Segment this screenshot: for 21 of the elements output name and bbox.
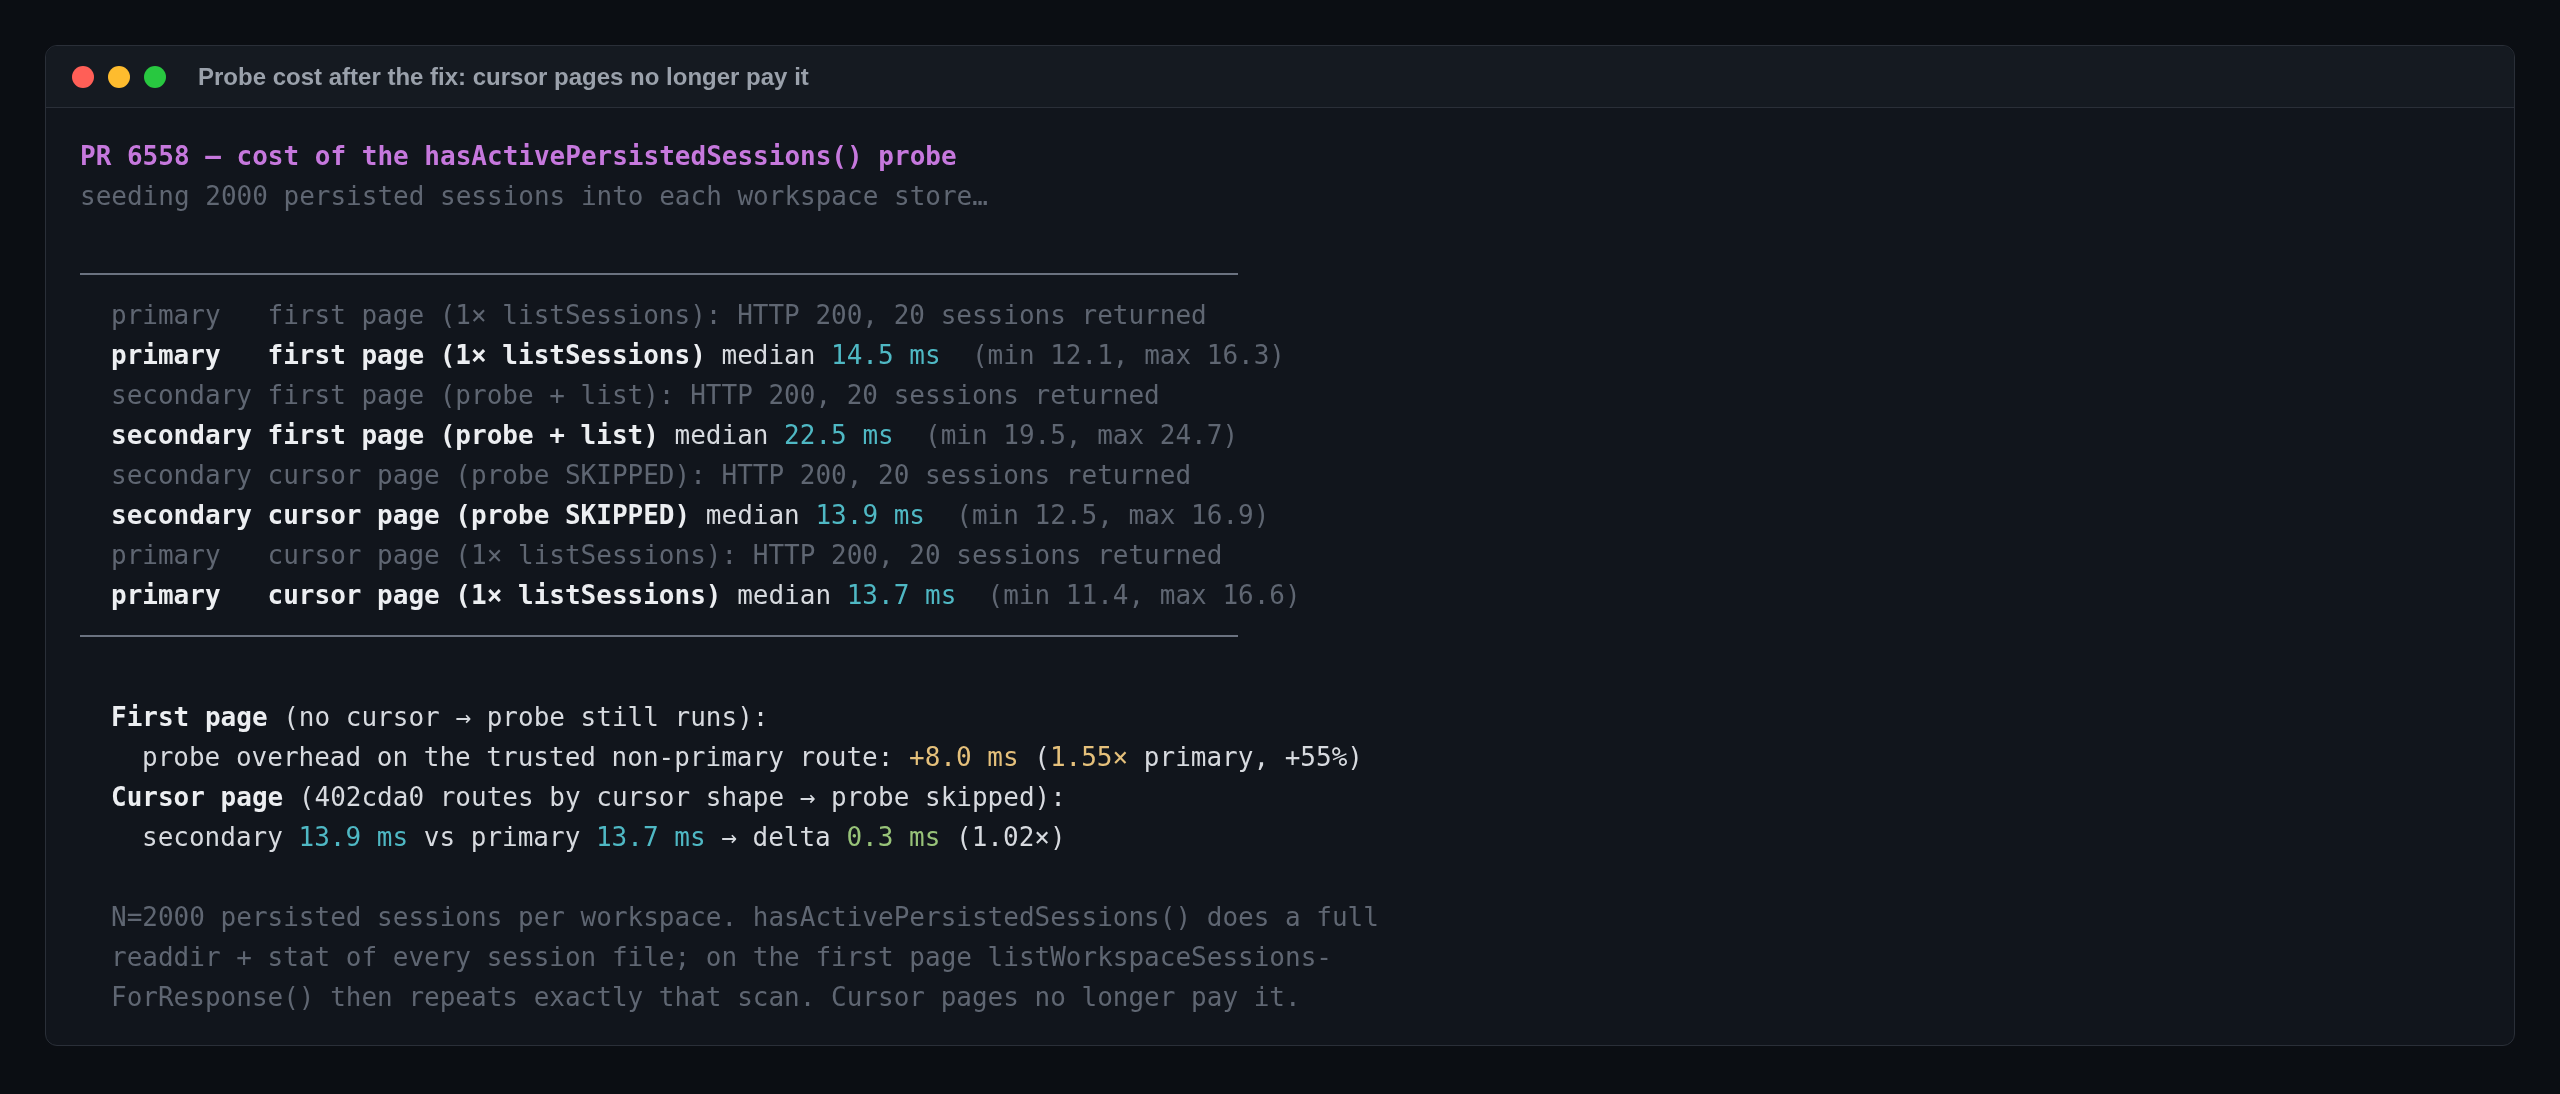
minimize-button[interactable] [108,65,130,88]
close-button[interactable] [72,65,94,88]
terminal-line: seeding 2000 persisted sessions into each workspace store… [80,180,988,213]
terminal-line: ForResponse() then repeats exactly that scan. Cursor pages no longer pay it. [111,981,1301,1014]
terminal-line: readdir + stat of every session file; on the first page listWorkspaceSessions- [111,941,1332,974]
terminal-line: primary cursor page (1× listSessions) median 13.7 ms (min 11.4, max 16.6) [111,579,1301,612]
terminal-line: probe overhead on the trusted non-primary route: +8.0 ms (1.55× primary, +55%) [141,741,1363,774]
terminal-line: primary cursor page (1× listSessions): HTTP 200, 20 sessions returned [111,539,1223,572]
terminal-line: secondary cursor page (probe SKIPPED) median 13.9 ms (min 12.5, max 16.9) [111,499,1270,532]
terminal-line: primary first page (1× listSessions) median 14.5 ms (min 12.1, max 16.3) [111,339,1285,372]
window-title: Probe cost after the fix: cursor pages no longer pay it [198,61,809,92]
terminal-line: N=2000 persisted sessions per workspace. hasActivePersistedSessions() does a full [111,901,1379,934]
terminal-line: secondary cursor page (probe SKIPPED): HTTP 200, 20 sessions returned [111,459,1192,492]
terminal-line: secondary first page (probe + list) median 22.5 ms (min 19.5, max 24.7) [111,419,1239,452]
terminal-line: First page (no cursor → probe still runs): [111,701,769,734]
terminal-line: secondary first page (probe + list): HTTP 200, 20 sessions returned [111,379,1160,412]
terminal-line: Cursor page (402cda0 routes by cursor shape → probe skipped): [111,781,1066,814]
terminal-line: primary first page (1× listSessions): HTTP 200, 20 sessions returned [111,299,1207,332]
terminal-line: secondary 13.9 ms vs primary 13.7 ms → delta 0.3 ms (1.02×) [141,821,1066,854]
terminal-line: PR 6558 — cost of the hasActivePersistedSessions() probe [80,140,957,173]
maximize-button[interactable] [144,65,166,88]
